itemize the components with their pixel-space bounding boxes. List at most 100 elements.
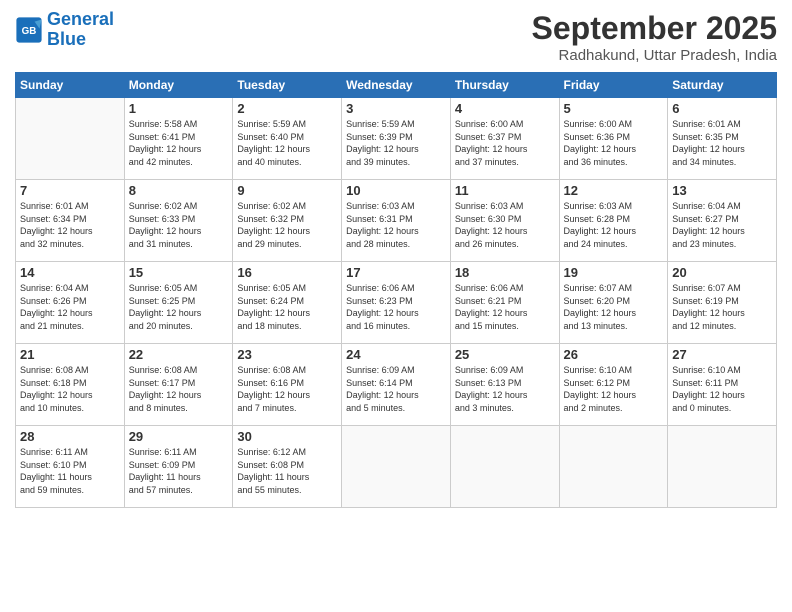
week-row-1: 1 Sunrise: 5:58 AM Sunset: 6:41 PM Daylig… (16, 98, 777, 180)
col-header-thursday: Thursday (450, 73, 559, 98)
day-cell (450, 426, 559, 508)
day-number: 27 (672, 347, 772, 362)
day-info: Sunrise: 6:03 AM Sunset: 6:30 PM Dayligh… (455, 200, 555, 250)
day-info: Sunrise: 6:10 AM Sunset: 6:12 PM Dayligh… (564, 364, 664, 414)
logo-icon: GB (15, 16, 43, 44)
day-number: 28 (20, 429, 120, 444)
day-info: Sunrise: 5:59 AM Sunset: 6:40 PM Dayligh… (237, 118, 337, 168)
day-number: 19 (564, 265, 664, 280)
svg-text:GB: GB (22, 26, 37, 37)
day-info: Sunrise: 6:11 AM Sunset: 6:09 PM Dayligh… (129, 446, 229, 496)
day-info: Sunrise: 6:10 AM Sunset: 6:11 PM Dayligh… (672, 364, 772, 414)
day-number: 8 (129, 183, 229, 198)
day-number: 4 (455, 101, 555, 116)
week-row-2: 7 Sunrise: 6:01 AM Sunset: 6:34 PM Daylig… (16, 180, 777, 262)
day-info: Sunrise: 6:12 AM Sunset: 6:08 PM Dayligh… (237, 446, 337, 496)
day-number: 24 (346, 347, 446, 362)
day-number: 23 (237, 347, 337, 362)
day-cell (342, 426, 451, 508)
day-number: 17 (346, 265, 446, 280)
day-cell: 6 Sunrise: 6:01 AM Sunset: 6:35 PM Daylig… (668, 98, 777, 180)
day-number: 14 (20, 265, 120, 280)
day-cell: 8 Sunrise: 6:02 AM Sunset: 6:33 PM Daylig… (124, 180, 233, 262)
day-info: Sunrise: 6:06 AM Sunset: 6:23 PM Dayligh… (346, 282, 446, 332)
col-header-tuesday: Tuesday (233, 73, 342, 98)
day-number: 1 (129, 101, 229, 116)
day-info: Sunrise: 6:02 AM Sunset: 6:32 PM Dayligh… (237, 200, 337, 250)
day-info: Sunrise: 6:01 AM Sunset: 6:34 PM Dayligh… (20, 200, 120, 250)
month-title: September 2025 (532, 10, 777, 47)
header: GB General Blue September 2025 Radhakund… (15, 10, 777, 64)
day-cell (16, 98, 125, 180)
day-cell: 27 Sunrise: 6:10 AM Sunset: 6:11 PM Dayli… (668, 344, 777, 426)
day-info: Sunrise: 6:11 AM Sunset: 6:10 PM Dayligh… (20, 446, 120, 496)
day-info: Sunrise: 5:58 AM Sunset: 6:41 PM Dayligh… (129, 118, 229, 168)
day-info: Sunrise: 6:03 AM Sunset: 6:28 PM Dayligh… (564, 200, 664, 250)
day-number: 29 (129, 429, 229, 444)
day-info: Sunrise: 6:04 AM Sunset: 6:26 PM Dayligh… (20, 282, 120, 332)
day-number: 26 (564, 347, 664, 362)
day-info: Sunrise: 6:05 AM Sunset: 6:25 PM Dayligh… (129, 282, 229, 332)
day-cell: 29 Sunrise: 6:11 AM Sunset: 6:09 PM Dayli… (124, 426, 233, 508)
day-cell: 23 Sunrise: 6:08 AM Sunset: 6:16 PM Dayli… (233, 344, 342, 426)
day-cell: 22Sunrise: 6:08 AM Sunset: 6:17 PM Dayli… (124, 344, 233, 426)
day-number: 11 (455, 183, 555, 198)
title-block: September 2025 Radhakund, Uttar Pradesh,… (532, 10, 777, 64)
day-number: 21 (20, 347, 120, 362)
day-cell: 13Sunrise: 6:04 AM Sunset: 6:27 PM Dayli… (668, 180, 777, 262)
day-number: 13 (672, 183, 772, 198)
day-info: Sunrise: 6:08 AM Sunset: 6:18 PM Dayligh… (20, 364, 120, 414)
day-cell: 7 Sunrise: 6:01 AM Sunset: 6:34 PM Daylig… (16, 180, 125, 262)
day-info: Sunrise: 6:03 AM Sunset: 6:31 PM Dayligh… (346, 200, 446, 250)
week-row-5: 28 Sunrise: 6:11 AM Sunset: 6:10 PM Dayli… (16, 426, 777, 508)
day-cell: 5Sunrise: 6:00 AM Sunset: 6:36 PM Daylig… (559, 98, 668, 180)
col-header-saturday: Saturday (668, 73, 777, 98)
day-cell: 9 Sunrise: 6:02 AM Sunset: 6:32 PM Daylig… (233, 180, 342, 262)
day-number: 9 (237, 183, 337, 198)
day-info: Sunrise: 6:05 AM Sunset: 6:24 PM Dayligh… (237, 282, 337, 332)
day-cell: 24 Sunrise: 6:09 AM Sunset: 6:14 PM Dayli… (342, 344, 451, 426)
day-number: 15 (129, 265, 229, 280)
logo: GB General Blue (15, 10, 114, 50)
day-cell: 4 Sunrise: 6:00 AM Sunset: 6:37 PM Daylig… (450, 98, 559, 180)
day-info: Sunrise: 6:07 AM Sunset: 6:19 PM Dayligh… (672, 282, 772, 332)
logo-line2: Blue (47, 29, 86, 49)
day-cell: 30 Sunrise: 6:12 AM Sunset: 6:08 PM Dayli… (233, 426, 342, 508)
day-cell: 14 Sunrise: 6:04 AM Sunset: 6:26 PM Dayli… (16, 262, 125, 344)
day-info: Sunrise: 6:06 AM Sunset: 6:21 PM Dayligh… (455, 282, 555, 332)
location-title: Radhakund, Uttar Pradesh, India (532, 47, 777, 64)
day-number: 3 (346, 101, 446, 116)
day-info: Sunrise: 6:07 AM Sunset: 6:20 PM Dayligh… (564, 282, 664, 332)
day-number: 6 (672, 101, 772, 116)
day-number: 16 (237, 265, 337, 280)
day-number: 12 (564, 183, 664, 198)
day-number: 22 (129, 347, 229, 362)
day-number: 30 (237, 429, 337, 444)
day-cell: 18Sunrise: 6:06 AM Sunset: 6:21 PM Dayli… (450, 262, 559, 344)
day-number: 10 (346, 183, 446, 198)
day-number: 5 (564, 101, 664, 116)
day-cell (559, 426, 668, 508)
day-cell: 12 Sunrise: 6:03 AM Sunset: 6:28 PM Dayli… (559, 180, 668, 262)
day-cell: 2Sunrise: 5:59 AM Sunset: 6:40 PM Daylig… (233, 98, 342, 180)
day-cell: 15 Sunrise: 6:05 AM Sunset: 6:25 PM Dayli… (124, 262, 233, 344)
day-number: 25 (455, 347, 555, 362)
day-cell (668, 426, 777, 508)
day-cell: 28 Sunrise: 6:11 AM Sunset: 6:10 PM Dayli… (16, 426, 125, 508)
day-cell: 21 Sunrise: 6:08 AM Sunset: 6:18 PM Dayli… (16, 344, 125, 426)
day-info: Sunrise: 6:00 AM Sunset: 6:37 PM Dayligh… (455, 118, 555, 168)
week-row-4: 21 Sunrise: 6:08 AM Sunset: 6:18 PM Dayli… (16, 344, 777, 426)
day-number: 7 (20, 183, 120, 198)
day-info: Sunrise: 6:02 AM Sunset: 6:33 PM Dayligh… (129, 200, 229, 250)
day-info: Sunrise: 6:01 AM Sunset: 6:35 PM Dayligh… (672, 118, 772, 168)
day-cell: 26 Sunrise: 6:10 AM Sunset: 6:12 PM Dayli… (559, 344, 668, 426)
day-cell: 17 Sunrise: 6:06 AM Sunset: 6:23 PM Dayli… (342, 262, 451, 344)
day-info: Sunrise: 5:59 AM Sunset: 6:39 PM Dayligh… (346, 118, 446, 168)
logo-text: General Blue (47, 10, 114, 50)
col-header-sunday: Sunday (16, 73, 125, 98)
day-cell: 19 Sunrise: 6:07 AM Sunset: 6:20 PM Dayli… (559, 262, 668, 344)
day-info: Sunrise: 6:09 AM Sunset: 6:14 PM Dayligh… (346, 364, 446, 414)
day-cell: 1 Sunrise: 5:58 AM Sunset: 6:41 PM Daylig… (124, 98, 233, 180)
day-info: Sunrise: 6:08 AM Sunset: 6:16 PM Dayligh… (237, 364, 337, 414)
calendar-table: SundayMondayTuesdayWednesdayThursdayFrid… (15, 72, 777, 508)
